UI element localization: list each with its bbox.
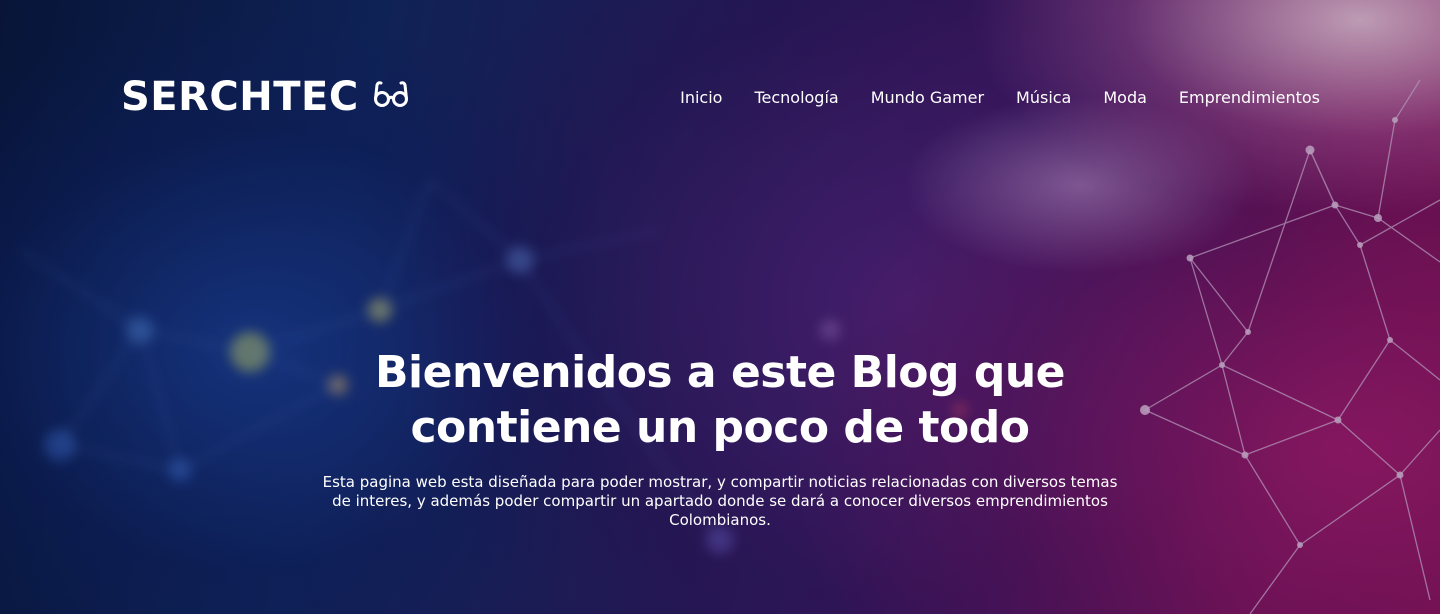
- nav-item-mundo-gamer[interactable]: Mundo Gamer: [871, 86, 984, 110]
- brand-name: SERCHTEC: [121, 74, 359, 120]
- nav-item-inicio[interactable]: Inicio: [680, 86, 722, 110]
- nav-item-tecnologia[interactable]: Tecnología: [754, 86, 838, 110]
- main-nav: Inicio Tecnología Mundo Gamer Música Mod…: [680, 86, 1320, 110]
- nav-item-moda[interactable]: Moda: [1103, 86, 1147, 110]
- nav-item-emprendimientos[interactable]: Emprendimientos: [1179, 86, 1320, 110]
- brand-logo[interactable]: SERCHTEC: [121, 72, 409, 122]
- hero-subtitle: Esta pagina web esta diseñada para poder…: [322, 473, 1118, 529]
- hero-content: Bienvenidos a este Blog que contiene un …: [300, 345, 1140, 530]
- hero-title: Bienvenidos a este Blog que contiene un …: [374, 347, 1066, 453]
- site-header: SERCHTEC Inicio Tecnología Mundo Gamer M…: [0, 0, 1440, 190]
- glasses-icon: [373, 79, 409, 109]
- nav-item-musica[interactable]: Música: [1016, 86, 1071, 110]
